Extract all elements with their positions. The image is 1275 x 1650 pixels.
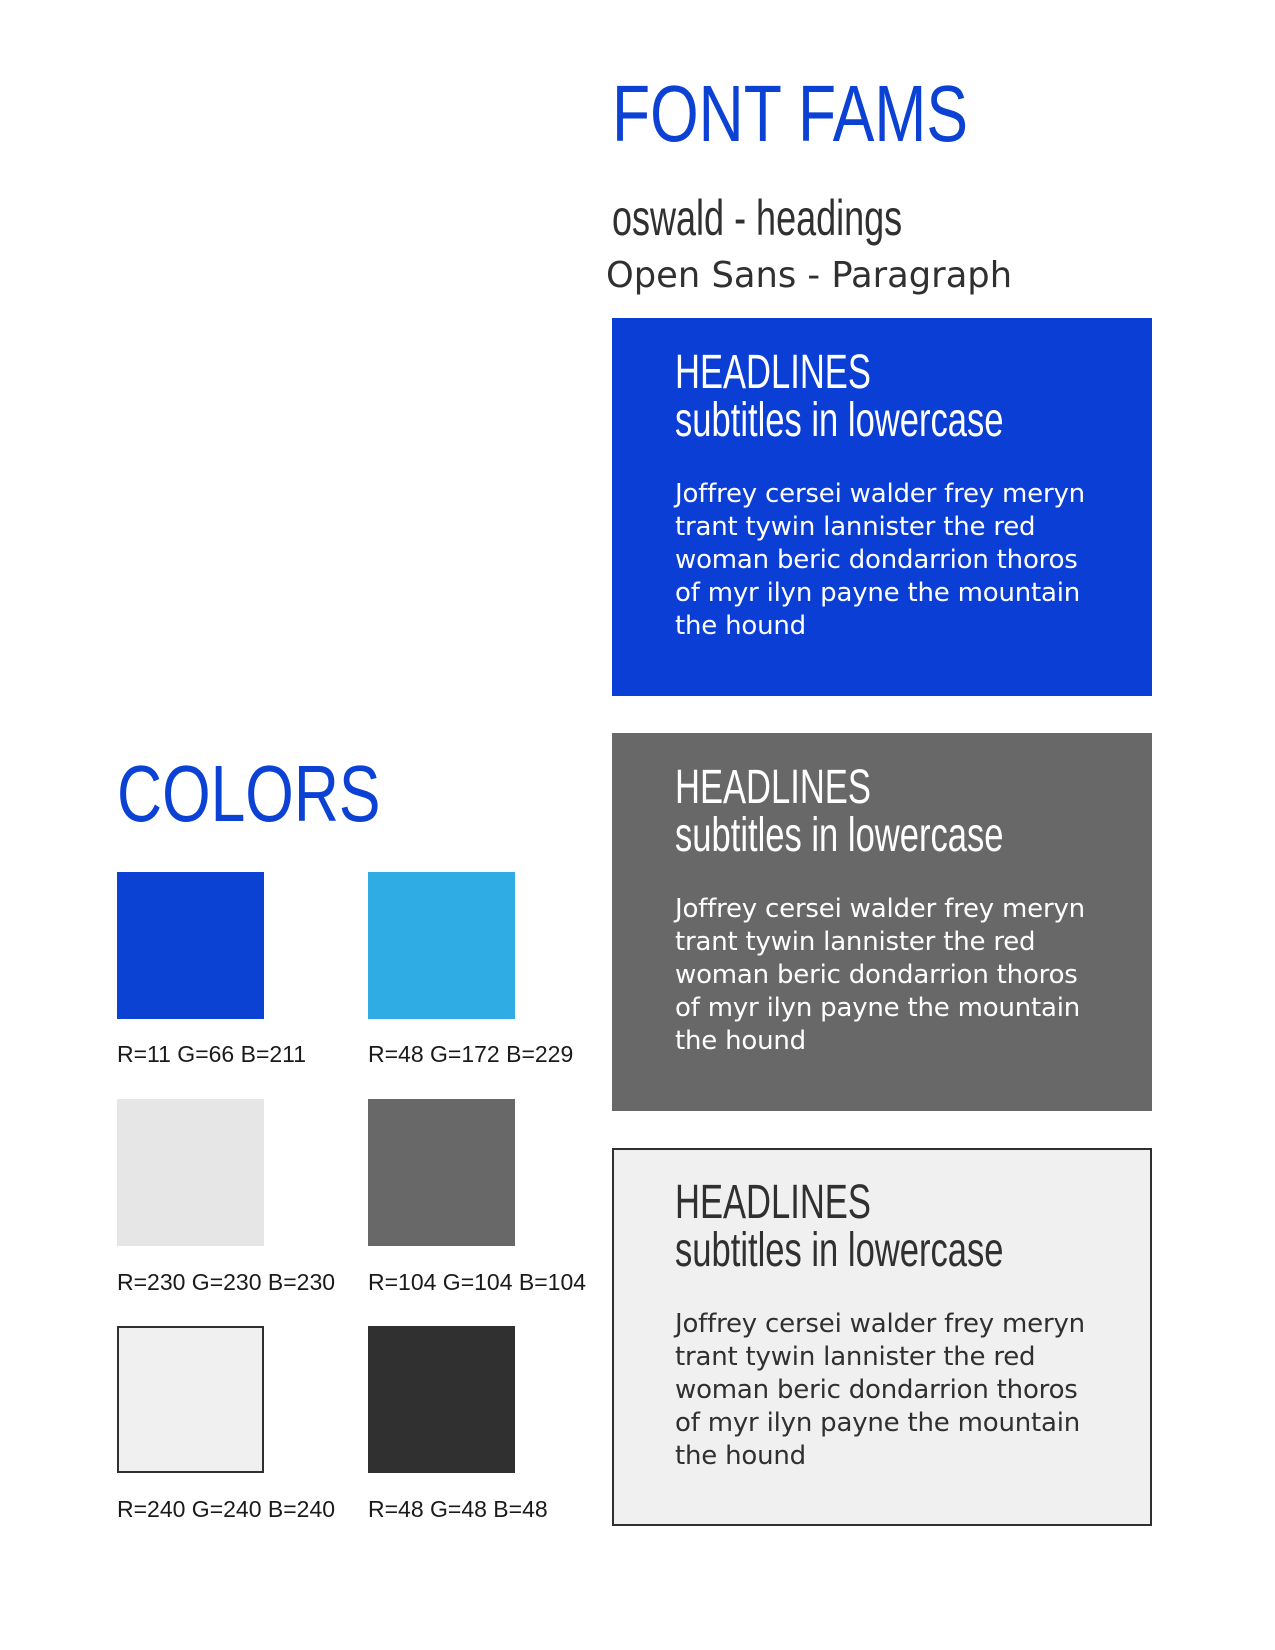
card-paragraph: Joffrey cersei walder frey meryn trant t… bbox=[675, 479, 1085, 641]
swatch-label-blue: R=11 G=66 B=211 bbox=[117, 1041, 307, 1067]
card-headline: HEADLINES bbox=[675, 1176, 871, 1229]
color-swatch-light-blue bbox=[368, 872, 515, 1019]
heading-font-sample: oswald - headings bbox=[612, 190, 903, 246]
paragraph-font-sample: Open Sans - Paragraph bbox=[606, 255, 1013, 296]
card-subtitle: subtitles in lowercase bbox=[675, 1224, 1004, 1277]
font-fams-title: FONT FAMS bbox=[612, 69, 968, 158]
color-swatch-dark-grey bbox=[368, 1326, 515, 1473]
card-paragraph: Joffrey cersei walder frey meryn trant t… bbox=[675, 1309, 1085, 1471]
color-swatch-off-white bbox=[117, 1326, 264, 1473]
swatch-label-light-blue: R=48 G=172 B=229 bbox=[368, 1041, 574, 1067]
card-paragraph: Joffrey cersei walder frey meryn trant t… bbox=[675, 894, 1085, 1056]
colors-title: COLORS bbox=[117, 749, 381, 838]
swatch-label-light-grey: R=230 G=230 B=230 bbox=[117, 1269, 336, 1295]
swatch-label-grey: R=104 G=104 B=104 bbox=[368, 1269, 587, 1295]
color-swatch-grey bbox=[368, 1099, 515, 1246]
swatch-label-off-white: R=240 G=240 B=240 bbox=[117, 1496, 336, 1522]
card-subtitle: subtitles in lowercase bbox=[675, 394, 1004, 447]
swatch-label-dark-grey: R=48 G=48 B=48 bbox=[368, 1496, 548, 1522]
sample-card-grey: HEADLINES subtitles in lowercase Joffrey… bbox=[612, 733, 1152, 1111]
card-headline: HEADLINES bbox=[675, 346, 871, 399]
color-swatch-light-grey bbox=[117, 1099, 264, 1246]
sample-card-light: HEADLINES subtitles in lowercase Joffrey… bbox=[612, 1148, 1152, 1526]
card-headline: HEADLINES bbox=[675, 761, 871, 814]
sample-card-blue: HEADLINES subtitles in lowercase Joffrey… bbox=[612, 318, 1152, 696]
color-swatch-blue bbox=[117, 872, 264, 1019]
card-subtitle: subtitles in lowercase bbox=[675, 809, 1004, 862]
